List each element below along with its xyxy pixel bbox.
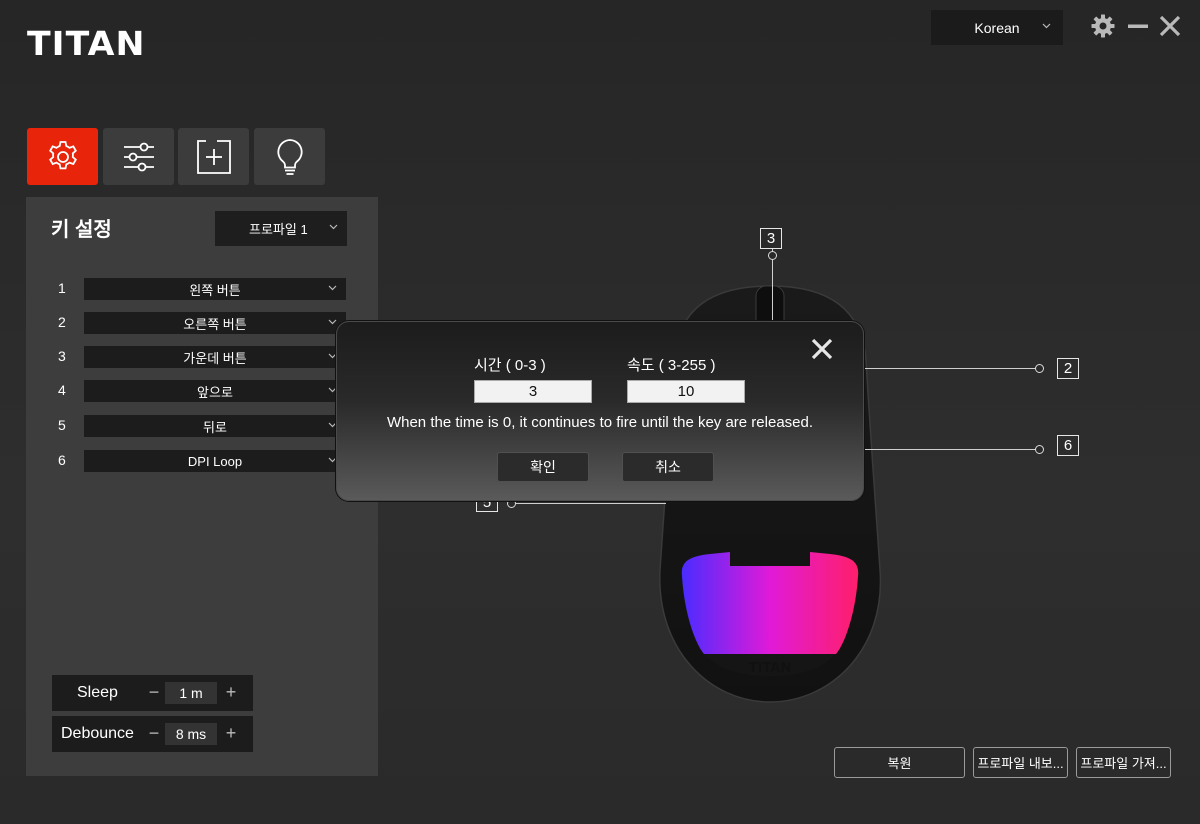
cancel-button[interactable]: 취소 [622,452,714,482]
settings-button[interactable] [1089,12,1117,40]
app-logo: TITAN [27,24,146,63]
debounce-label: Debounce [61,725,134,742]
key-number: 2 [58,314,66,330]
sleep-increase-button[interactable]: + [223,681,239,703]
callout-dot [768,251,777,260]
add-square-icon [196,139,231,174]
time-input[interactable] [474,380,592,403]
tab-lighting[interactable] [254,128,325,185]
speed-label: 속도 ( 3-255 ) [627,357,716,374]
gear-icon [1091,14,1115,38]
callout-line [772,260,773,322]
profile-label: 프로파일 1 [249,222,308,237]
language-select[interactable]: Korean [931,10,1063,45]
callout-line [864,449,1036,450]
tab-key-settings[interactable] [27,128,98,185]
key-value: 가운데 버튼 [183,350,247,366]
mouse-callout-2: 2 [1057,358,1079,379]
chevron-down-icon [328,319,337,325]
callout-dot [1035,445,1044,454]
key-value: 뒤로 [203,419,227,435]
key-number: 1 [58,280,66,296]
minimize-button[interactable] [1124,12,1152,40]
key-number: 5 [58,417,66,433]
sleep-decrease-button[interactable]: − [146,681,162,703]
tab-performance[interactable] [103,128,174,185]
mouse-callout-6: 6 [1057,435,1079,456]
key-value: 오른쪽 버튼 [183,316,247,332]
close-icon [811,338,833,360]
mouse-brand: TITAN [749,661,792,676]
key-1-select[interactable]: 왼쪽 버튼 [84,278,346,300]
callout-line [516,503,666,504]
chevron-down-icon [329,224,338,230]
sleep-stepper: Sleep − 1 m + [52,675,253,711]
key-2-select[interactable]: 오른쪽 버튼 [84,312,346,334]
panel-title: 키 설정 [51,219,112,241]
minimize-icon [1128,24,1148,28]
tab-macro[interactable] [178,128,249,185]
profile-select[interactable]: 프로파일 1 [215,211,347,246]
callout-line [864,368,1036,369]
dialog-close-button[interactable] [807,334,837,364]
close-button[interactable] [1156,12,1184,40]
import-profile-button[interactable]: 프로파일 가져... [1076,747,1171,778]
key-value: 앞으로 [197,384,233,400]
key-value: DPI Loop [187,453,243,469]
key-4-select[interactable]: 앞으로 [84,380,346,402]
dialog-message: When the time is 0, it continues to fire… [386,414,814,431]
key-number: 6 [58,452,66,468]
close-icon [1159,15,1181,37]
debounce-stepper: Debounce − 8 ms + [52,716,253,752]
speed-input[interactable] [627,380,745,403]
sleep-value: 1 m [165,682,217,704]
restore-button[interactable]: 복원 [834,747,965,778]
gear-icon [48,140,77,169]
debounce-increase-button[interactable]: + [223,722,239,744]
mouse-callout-3: 3 [760,228,782,249]
export-profile-button[interactable]: 프로파일 내보... [973,747,1068,778]
key-6-select[interactable]: DPI Loop [84,450,346,472]
debounce-value: 8 ms [165,723,217,745]
sleep-label: Sleep [77,684,118,701]
callout-dot [1035,364,1044,373]
lightbulb-icon [276,138,303,175]
key-3-select[interactable]: 가운데 버튼 [84,346,346,368]
rapid-fire-dialog [336,321,864,501]
language-label: Korean [974,19,1020,36]
key-number: 3 [58,348,66,364]
chevron-down-icon [1042,23,1051,29]
sliders-icon [123,142,154,171]
key-number: 4 [58,382,66,398]
chevron-down-icon [328,285,337,291]
confirm-button[interactable]: 확인 [497,452,589,482]
key-value: 왼쪽 버튼 [189,282,241,298]
time-label: 시간 ( 0-3 ) [474,357,546,374]
debounce-decrease-button[interactable]: − [146,722,162,744]
key-5-select[interactable]: 뒤로 [84,415,346,437]
